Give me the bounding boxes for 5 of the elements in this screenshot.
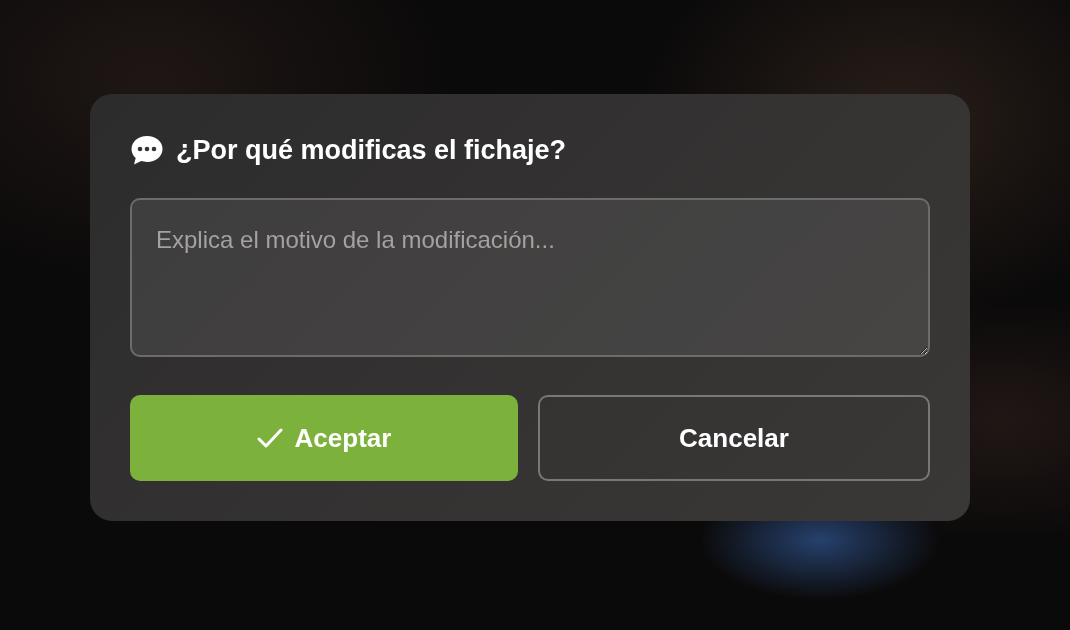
dialog-title: ¿Por qué modificas el fichaje? xyxy=(176,134,567,166)
reason-field[interactable]: Explica el motivo de la modificación... xyxy=(130,198,930,357)
speech-bubble-icon xyxy=(130,134,164,166)
cancel-button[interactable]: Cancelar xyxy=(538,395,930,481)
checkmark-icon xyxy=(256,427,283,449)
